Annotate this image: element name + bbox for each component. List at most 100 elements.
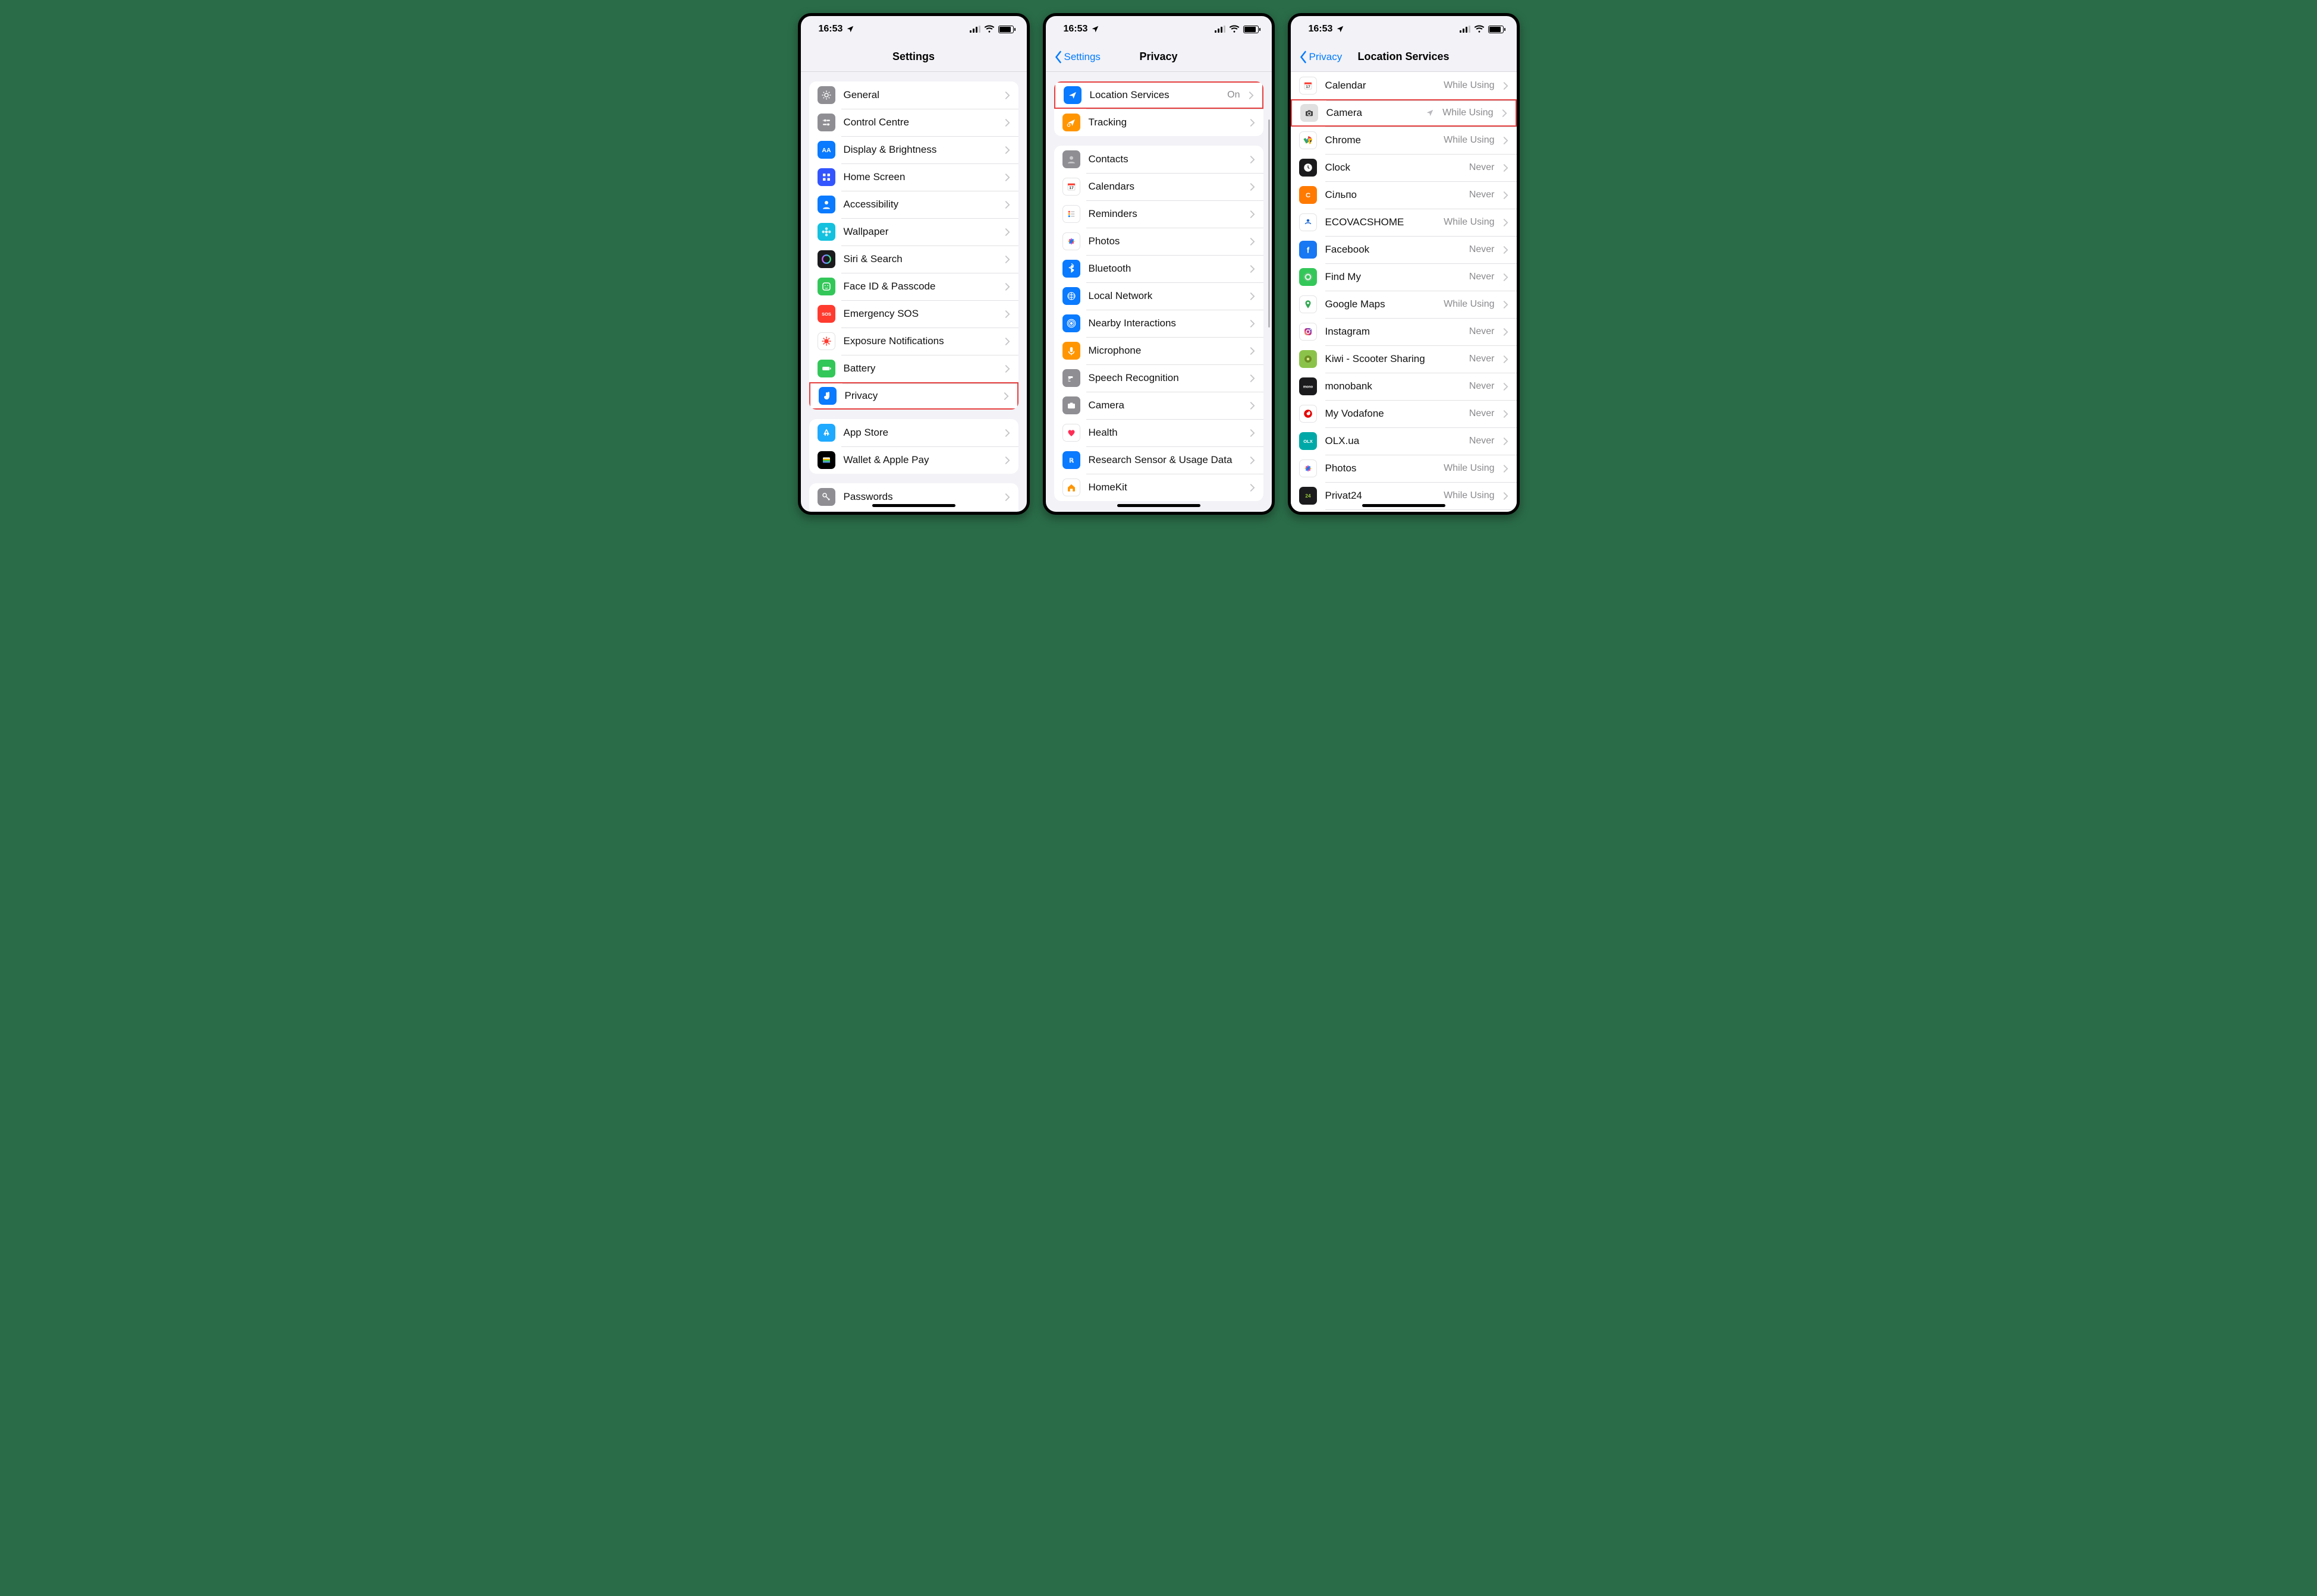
row-monobank[interactable]: mono monobank Never [1291, 373, 1517, 400]
back-button[interactable]: Settings [1051, 42, 1104, 71]
person-icon [818, 196, 835, 213]
row-exposure-notifications[interactable]: Exposure Notifications [809, 328, 1018, 355]
row-speech-recognition[interactable]: Speech Recognition [1054, 364, 1263, 392]
row-location-services[interactable]: Location Services On [1054, 81, 1263, 109]
row-faceid-passcode[interactable]: Face ID & Passcode [809, 273, 1018, 300]
row-label: Research Sensor & Usage Data [1089, 454, 1241, 466]
row-nearby-interactions[interactable]: Nearby Interactions [1054, 310, 1263, 337]
home-indicator[interactable] [1117, 504, 1200, 507]
row-privacy[interactable]: Privacy [809, 382, 1018, 410]
kiwi-icon [1299, 350, 1317, 368]
chevron-right-icon [1250, 429, 1255, 437]
row-siri-search[interactable]: Siri & Search [809, 245, 1018, 273]
fb-icon: f [1299, 241, 1317, 259]
chevron-right-icon [1250, 456, 1255, 465]
row-instagram[interactable]: Instagram Never [1291, 318, 1517, 345]
row-value: While Using [1444, 135, 1494, 146]
back-button[interactable]: Privacy [1296, 42, 1346, 71]
status-bar: 16:53 [1046, 16, 1272, 42]
row-app-store[interactable]: App Store [809, 419, 1018, 446]
battery-icon [818, 360, 835, 377]
nav-bar: Settings [801, 42, 1027, 72]
row-photos[interactable]: Photos [1054, 228, 1263, 255]
row-label: Location Services [1090, 89, 1219, 101]
chevron-right-icon [1005, 310, 1010, 319]
row-emergency-sos[interactable]: SOS Emergency SOS [809, 300, 1018, 328]
chevron-right-icon [1005, 493, 1010, 502]
row-label: Nearby Interactions [1089, 317, 1241, 329]
row-camera[interactable]: Camera [1054, 392, 1263, 419]
row-accessibility[interactable]: Accessibility [809, 191, 1018, 218]
photos-icon [1062, 232, 1080, 250]
back-label: Settings [1064, 51, 1101, 63]
row-camera[interactable]: Camera While Using [1291, 99, 1517, 127]
row-google-maps[interactable]: Google Maps While Using [1291, 291, 1517, 318]
row-clock[interactable]: Clock Never [1291, 154, 1517, 181]
chrome-icon [1299, 131, 1317, 149]
home-indicator[interactable] [872, 504, 955, 507]
battery-icon [998, 26, 1014, 33]
wallet-icon [818, 451, 835, 469]
row-label: Tracking [1089, 117, 1241, 128]
row-silpo[interactable]: C Сільпо Never [1291, 181, 1517, 209]
row-contacts[interactable]: Contacts [1054, 146, 1263, 173]
row-battery[interactable]: Battery [809, 355, 1018, 382]
row-calendar[interactable]: 17 Calendar While Using [1291, 72, 1517, 99]
phone-location-services: 16:53 Privacy Location Services 17 Calen… [1288, 13, 1520, 515]
row-olx[interactable]: OLX OLX.ua Never [1291, 427, 1517, 455]
row-myvodafone[interactable]: My Vodafone Never [1291, 400, 1517, 427]
row-value: While Using [1444, 299, 1494, 310]
reminders-icon [1062, 205, 1080, 223]
scrollbar[interactable] [1268, 119, 1270, 328]
row-label: Chrome [1325, 134, 1436, 146]
chevron-right-icon [1005, 200, 1010, 209]
gear-icon [818, 86, 835, 104]
key-icon [818, 488, 835, 506]
chevron-right-icon [1005, 429, 1010, 437]
row-calendars[interactable]: 17 Calendars [1054, 173, 1263, 200]
row-facebook[interactable]: f Facebook Never [1291, 236, 1517, 263]
chevron-right-icon [1250, 374, 1255, 383]
row-general[interactable]: General [809, 81, 1018, 109]
row-home-screen[interactable]: Home Screen [809, 163, 1018, 191]
row-research-sensor[interactable]: ℝ Research Sensor & Usage Data [1054, 446, 1263, 474]
svg-text:ℝ: ℝ [1069, 458, 1074, 464]
chevron-right-icon [1250, 155, 1255, 164]
row-control-centre[interactable]: Control Centre [809, 109, 1018, 136]
row-homekit[interactable]: HomeKit [1054, 474, 1263, 501]
row-label: Control Centre [844, 117, 996, 128]
row-health[interactable]: Health [1054, 419, 1263, 446]
p24-icon: 24 [1299, 487, 1317, 505]
row-bluetooth[interactable]: Bluetooth [1054, 255, 1263, 282]
row-label: Wallet & Apple Pay [844, 454, 996, 466]
row-microphone[interactable]: Microphone [1054, 337, 1263, 364]
row-raiffeisen[interactable]: Raiffeisen Never [1291, 509, 1517, 512]
phone-privacy: 16:53 Settings Privacy Location Services… [1043, 13, 1275, 515]
row-wallpaper[interactable]: Wallpaper [809, 218, 1018, 245]
svg-text:mono: mono [1303, 385, 1313, 389]
svg-text:17: 17 [1306, 85, 1310, 89]
row-display-brightness[interactable]: AA Display & Brightness [809, 136, 1018, 163]
row-wallet-applepay[interactable]: Wallet & Apple Pay [809, 446, 1018, 474]
row-photos[interactable]: Photos While Using [1291, 455, 1517, 482]
appstore-icon [818, 424, 835, 442]
row-ecovacshome[interactable]: ECOVACSHOME While Using [1291, 209, 1517, 236]
row-kiwi[interactable]: Kiwi - Scooter Sharing Never [1291, 345, 1517, 373]
row-local-network[interactable]: Local Network [1054, 282, 1263, 310]
contacts-icon [1062, 150, 1080, 168]
row-label: Find My [1325, 271, 1461, 283]
row-tracking[interactable]: Tracking [1054, 109, 1263, 136]
row-reminders[interactable]: Reminders [1054, 200, 1263, 228]
row-label: Home Screen [844, 171, 996, 183]
row-chrome[interactable]: Chrome While Using [1291, 127, 1517, 154]
chevron-right-icon [1005, 146, 1010, 155]
row-label: Privat24 [1325, 490, 1436, 502]
home-indicator[interactable] [1362, 504, 1445, 507]
row-findmy[interactable]: Find My Never [1291, 263, 1517, 291]
row-label: Clock [1325, 162, 1461, 174]
face-icon [818, 278, 835, 295]
chevron-right-icon [1503, 191, 1508, 200]
row-label: Wallpaper [844, 226, 996, 238]
siri-icon [818, 250, 835, 268]
chevron-right-icon [1503, 464, 1508, 473]
